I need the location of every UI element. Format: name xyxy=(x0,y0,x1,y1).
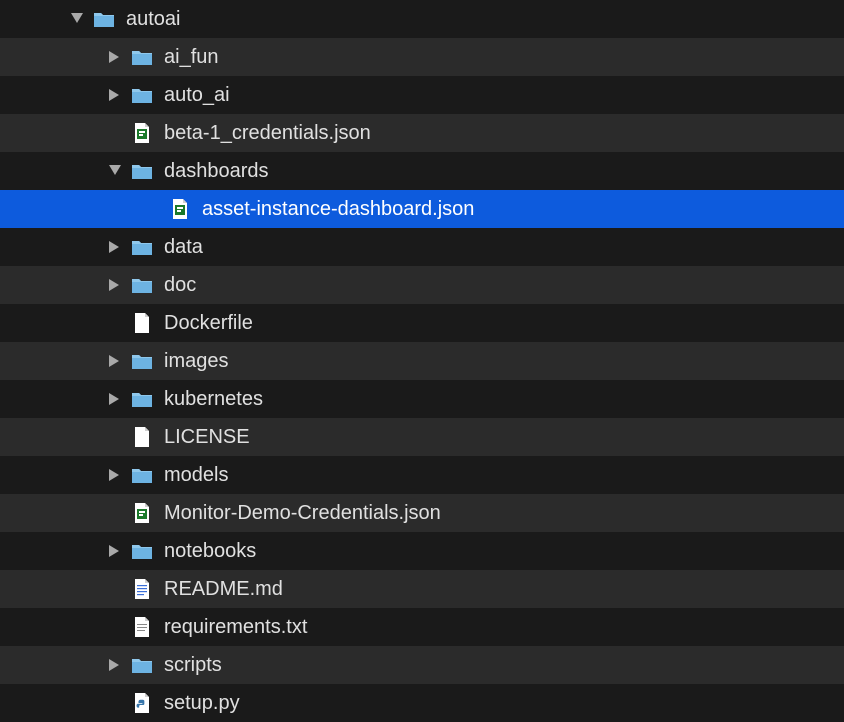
item-label: auto_ai xyxy=(164,84,230,107)
folder-row[interactable]: models xyxy=(0,456,844,494)
folder-row[interactable]: dashboards xyxy=(0,152,844,190)
item-label: README.md xyxy=(164,578,283,601)
item-label: Dockerfile xyxy=(164,312,253,335)
item-label: asset-instance-dashboard.json xyxy=(202,198,474,221)
item-label: doc xyxy=(164,274,196,297)
file-icon xyxy=(130,578,154,600)
folder-row[interactable]: scripts xyxy=(0,646,844,684)
folder-row[interactable]: notebooks xyxy=(0,532,844,570)
item-label: LICENSE xyxy=(164,426,250,449)
folder-icon xyxy=(130,350,154,372)
item-label: Monitor-Demo-Credentials.json xyxy=(164,502,441,525)
item-label: setup.py xyxy=(164,692,240,715)
item-label: ai_fun xyxy=(164,46,219,69)
file-row[interactable]: Dockerfile xyxy=(0,304,844,342)
item-label: requirements.txt xyxy=(164,616,307,639)
file-row[interactable]: asset-instance-dashboard.json xyxy=(0,190,844,228)
folder-icon xyxy=(130,464,154,486)
chevron-down-icon[interactable] xyxy=(108,164,122,178)
item-label: dashboards xyxy=(164,160,269,183)
file-row[interactable]: beta-1_credentials.json xyxy=(0,114,844,152)
folder-row[interactable]: kubernetes xyxy=(0,380,844,418)
folder-icon xyxy=(92,8,116,30)
file-icon xyxy=(168,198,192,220)
folder-icon xyxy=(130,540,154,562)
item-label: scripts xyxy=(164,654,222,677)
chevron-right-icon[interactable] xyxy=(108,544,122,558)
item-label: autoai xyxy=(126,8,181,31)
chevron-right-icon[interactable] xyxy=(108,278,122,292)
item-label: images xyxy=(164,350,228,373)
item-label: kubernetes xyxy=(164,388,263,411)
chevron-down-icon[interactable] xyxy=(70,12,84,26)
file-icon xyxy=(130,122,154,144)
item-label: data xyxy=(164,236,203,259)
folder-row[interactable]: auto_ai xyxy=(0,76,844,114)
folder-row[interactable]: images xyxy=(0,342,844,380)
chevron-right-icon[interactable] xyxy=(108,392,122,406)
folder-row[interactable]: doc xyxy=(0,266,844,304)
folder-row[interactable]: data xyxy=(0,228,844,266)
item-label: beta-1_credentials.json xyxy=(164,122,371,145)
folder-icon xyxy=(130,274,154,296)
chevron-right-icon[interactable] xyxy=(108,240,122,254)
folder-icon xyxy=(130,388,154,410)
file-row[interactable]: Monitor-Demo-Credentials.json xyxy=(0,494,844,532)
file-icon xyxy=(130,692,154,714)
folder-icon xyxy=(130,236,154,258)
file-icon xyxy=(130,312,154,334)
file-row[interactable]: setup.py xyxy=(0,684,844,722)
folder-row[interactable]: autoai xyxy=(0,0,844,38)
chevron-right-icon[interactable] xyxy=(108,468,122,482)
file-row[interactable]: LICENSE xyxy=(0,418,844,456)
chevron-right-icon[interactable] xyxy=(108,88,122,102)
folder-icon xyxy=(130,160,154,182)
chevron-right-icon[interactable] xyxy=(108,50,122,64)
chevron-right-icon[interactable] xyxy=(108,354,122,368)
file-row[interactable]: requirements.txt xyxy=(0,608,844,646)
file-tree: autoai ai_fun auto_ai beta-1_credentials.js… xyxy=(0,0,844,722)
file-row[interactable]: README.md xyxy=(0,570,844,608)
folder-icon xyxy=(130,84,154,106)
folder-row[interactable]: ai_fun xyxy=(0,38,844,76)
file-icon xyxy=(130,426,154,448)
file-icon xyxy=(130,616,154,638)
item-label: notebooks xyxy=(164,540,256,563)
file-icon xyxy=(130,502,154,524)
chevron-right-icon[interactable] xyxy=(108,658,122,672)
folder-icon xyxy=(130,654,154,676)
item-label: models xyxy=(164,464,228,487)
folder-icon xyxy=(130,46,154,68)
